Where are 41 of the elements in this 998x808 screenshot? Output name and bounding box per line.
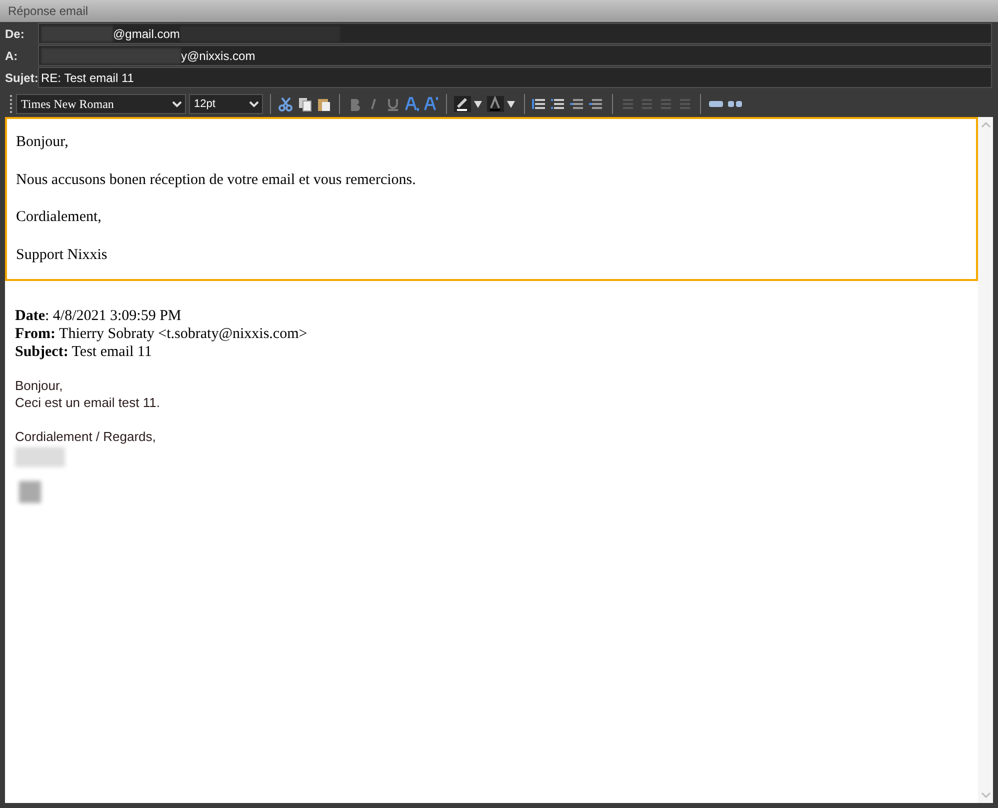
- scrollbar[interactable]: [978, 117, 993, 803]
- outdent-icon[interactable]: [570, 96, 586, 112]
- copy-icon[interactable]: [297, 96, 313, 112]
- field-value: RE: Test email 11: [41, 70, 134, 86]
- superscript-icon[interactable]: [423, 96, 439, 112]
- editor-paragraph: Nous accusons bonen réception de votre email et vous remercions.: [16, 170, 417, 190]
- redacted-block: [15, 447, 65, 467]
- scroll-up-icon[interactable]: [980, 121, 990, 129]
- editor-paragraph: Support Nixxis: [16, 246, 108, 264]
- quoted-header: Date: 4/8/2021 3:09:59 PM: [15, 307, 182, 325]
- editor-paragraph: Bonjour,: [16, 133, 70, 152]
- quoted-line: Ceci est un email test 11.: [15, 394, 161, 411]
- quoted-line: Cordialement / Regards,: [15, 428, 157, 445]
- input-field[interactable]: y@nixxis.com: [38, 45, 992, 66]
- font-dropdown[interactable]: Times New Roman: [16, 94, 186, 114]
- window-title: Réponse email: [8, 3, 88, 20]
- font-color-icon[interactable]: [487, 96, 517, 112]
- field-label: A:: [4, 48, 19, 64]
- redacted-block: [19, 481, 41, 503]
- scissors-icon[interactable]: [278, 96, 294, 112]
- redacted-block: [41, 26, 113, 42]
- reply-editor[interactable]: Bonjour, Nous accusons bonen réception de votre email et vous remercions. Cordialement, Support Nixxis: [5, 117, 978, 281]
- input-field[interactable]: RE: Test email 11: [38, 67, 992, 88]
- quoted-line: Bonjour,: [15, 377, 64, 394]
- editor-paragraph: Cordialement,: [16, 208, 102, 227]
- paste-icon[interactable]: [316, 96, 332, 112]
- size-dropdown[interactable]: 12pt: [189, 94, 263, 114]
- scroll-down-icon[interactable]: [980, 791, 990, 799]
- quoted-header: Subject: Test email 11: [15, 343, 153, 361]
- highlighter-icon[interactable]: [454, 96, 484, 112]
- field-value: @gmail.com: [113, 26, 180, 42]
- underline-icon[interactable]: [385, 96, 401, 112]
- subscript-icon[interactable]: [404, 96, 420, 112]
- indent-icon[interactable]: [589, 96, 605, 112]
- bullet-list-icon[interactable]: [551, 96, 567, 112]
- quoted-header: From: Thierry Sobraty <t.sobraty@nixxis.com>: [15, 325, 308, 343]
- field-label: Sujet:: [4, 70, 38, 86]
- field-label: De:: [4, 26, 26, 42]
- field-value: y@nixxis.com: [181, 48, 256, 64]
- numbered-list-icon[interactable]: [532, 96, 548, 112]
- input-field[interactable]: @gmail.com: [38, 23, 992, 44]
